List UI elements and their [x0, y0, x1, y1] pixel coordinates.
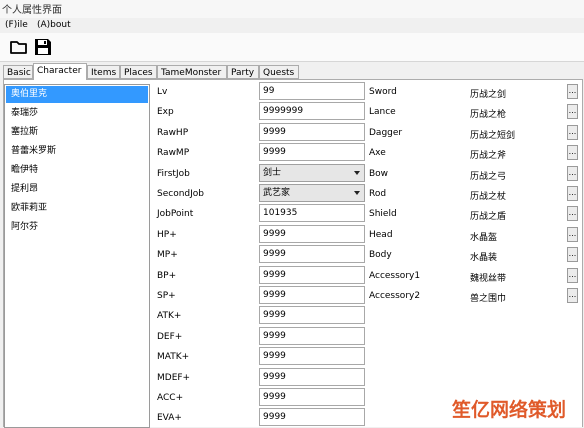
list-item[interactable]: 瞻伊特 — [6, 162, 148, 179]
list-item[interactable]: 阿尔芬 — [6, 219, 148, 236]
equip-browse-button-accessory1[interactable]: ... — [567, 268, 578, 283]
stat-label-mp: MP+ — [157, 250, 178, 260]
equip-item-dagger: 历战之短剑 — [470, 131, 516, 141]
tab-items[interactable]: Items — [87, 65, 120, 79]
mp-plus-field[interactable]: 9999 — [259, 245, 365, 263]
equip-browse-button-accessory2[interactable]: ... — [567, 288, 578, 303]
def-plus-field[interactable]: 9999 — [259, 327, 365, 345]
equip-browse-button-dagger[interactable]: ... — [567, 125, 578, 140]
list-item[interactable]: 奥伯里克 — [6, 86, 148, 103]
chevron-down-icon — [354, 191, 360, 195]
equip-browse-button-axe[interactable]: ... — [567, 145, 578, 160]
stat-label-matk: MATK+ — [157, 352, 190, 362]
mdef-plus-field[interactable]: 9999 — [259, 368, 365, 386]
equip-browse-button-sword[interactable]: ... — [567, 84, 578, 99]
list-item[interactable]: 塞拉斯 — [6, 124, 148, 141]
menu-file[interactable]: (F)ile — [5, 20, 28, 30]
equip-browse-button-bow[interactable]: ... — [567, 166, 578, 181]
equip-browse-button-lance[interactable]: ... — [567, 104, 578, 119]
tab-places[interactable]: Places — [120, 65, 157, 79]
acc-plus-field[interactable]: 9999 — [259, 388, 365, 406]
equip-browse-button-rod[interactable]: ... — [567, 186, 578, 201]
stat-label-def: DEF+ — [157, 332, 183, 342]
atk-plus-field[interactable]: 9999 — [259, 306, 365, 324]
hp-plus-field[interactable]: 9999 — [259, 225, 365, 243]
equip-item-accessory1: 魏视丝带 — [470, 274, 507, 284]
bp-plus-field[interactable]: 9999 — [259, 266, 365, 284]
stat-label-hp: HP+ — [157, 230, 177, 240]
matk-plus-field[interactable]: 9999 — [259, 347, 365, 365]
equip-slot-bow: Bow — [369, 169, 389, 179]
equip-item-lance: 历战之枪 — [470, 110, 507, 120]
tab-party[interactable]: Party — [227, 65, 259, 79]
stat-label-eva: EVA+ — [157, 413, 182, 423]
equip-browse-button-shield[interactable]: ... — [567, 206, 578, 221]
list-item[interactable]: 普蕾米罗斯 — [6, 143, 148, 160]
stat-label-rawhp: RawHP — [157, 128, 189, 138]
equip-item-sword: 历战之剑 — [470, 90, 507, 100]
equip-slot-lance: Lance — [369, 107, 396, 117]
stat-label-rawmp: RawMP — [157, 148, 190, 158]
equip-item-body: 水晶装 — [470, 253, 498, 263]
toolbar — [0, 33, 584, 62]
equip-item-accessory2: 兽之围巾 — [470, 294, 507, 304]
menu-about[interactable]: (A)bout — [37, 20, 71, 30]
secondjob-select[interactable]: 武艺家 — [259, 184, 365, 202]
stat-label-acc: ACC+ — [157, 393, 184, 403]
open-button[interactable] — [9, 37, 29, 57]
equip-browse-button-head[interactable]: ... — [567, 227, 578, 242]
jobpoint-field[interactable]: 101935 — [259, 204, 365, 222]
window-title: 个人属性界面 — [2, 5, 62, 16]
lv-field[interactable]: 99 — [259, 82, 365, 100]
firstjob-select[interactable]: 剑士 — [259, 164, 365, 182]
equip-browse-button-body[interactable]: ... — [567, 247, 578, 262]
equip-slot-accessory2: Accessory2 — [369, 291, 421, 301]
equip-item-rod: 历战之杖 — [470, 192, 507, 202]
eva-plus-field[interactable]: 9999 — [259, 408, 365, 426]
firstjob-value: 剑士 — [263, 168, 282, 178]
stat-label-jobpoint: JobPoint — [157, 209, 194, 219]
list-item[interactable]: 提利昂 — [6, 181, 148, 198]
stat-label-exp: Exp — [157, 107, 174, 117]
tab-quests[interactable]: Quests — [259, 65, 299, 79]
menu-bar: (F)ile (A)bout — [0, 18, 584, 33]
folder-icon — [10, 41, 27, 54]
equip-slot-accessory1: Accessory1 — [369, 271, 421, 281]
tab-character[interactable]: Character — [33, 63, 87, 80]
chevron-down-icon — [354, 171, 360, 175]
stat-label-bp: BP+ — [157, 271, 177, 281]
equip-item-head: 水晶盔 — [470, 233, 498, 243]
list-item[interactable]: 泰瑞莎 — [6, 105, 148, 122]
stat-label-secondjob: SecondJob — [157, 189, 204, 199]
equip-slot-axe: Axe — [369, 148, 386, 158]
stat-label-mdef: MDEF+ — [157, 373, 191, 383]
equip-slot-sword: Sword — [369, 87, 397, 97]
exp-field[interactable]: 9999999 — [259, 102, 365, 120]
stat-label-firstjob: FirstJob — [157, 169, 190, 179]
sp-plus-field[interactable]: 9999 — [259, 286, 365, 304]
tab-tamemonster[interactable]: TameMonster — [157, 65, 227, 79]
equip-slot-shield: Shield — [369, 209, 397, 219]
window-titlebar: 个人属性界面 — [0, 0, 584, 18]
equip-item-axe: 历战之斧 — [470, 151, 507, 161]
save-button[interactable] — [33, 37, 53, 57]
character-list[interactable]: 奥伯里克 泰瑞莎 塞拉斯 普蕾米罗斯 瞻伊特 提利昂 欧菲莉亚 阿尔芬 — [4, 84, 150, 428]
watermark: 笙亿网络策划 — [452, 399, 567, 421]
rawhp-field[interactable]: 9999 — [259, 123, 365, 141]
stat-label-lv: Lv — [157, 87, 168, 97]
equip-item-bow: 历战之弓 — [470, 172, 507, 182]
rawmp-field[interactable]: 9999 — [259, 143, 365, 161]
equip-slot-rod: Rod — [369, 189, 387, 199]
floppy-disk-icon — [35, 39, 51, 55]
equip-slot-dagger: Dagger — [369, 128, 403, 138]
equip-slot-body: Body — [369, 250, 392, 260]
stat-label-atk: ATK+ — [157, 311, 182, 321]
equip-slot-head: Head — [369, 230, 393, 240]
equip-item-shield: 历战之盾 — [470, 212, 507, 222]
list-item[interactable]: 欧菲莉亚 — [6, 200, 148, 217]
secondjob-value: 武艺家 — [263, 188, 291, 198]
stat-label-sp: SP+ — [157, 291, 176, 301]
tab-basic[interactable]: Basic — [3, 65, 33, 79]
